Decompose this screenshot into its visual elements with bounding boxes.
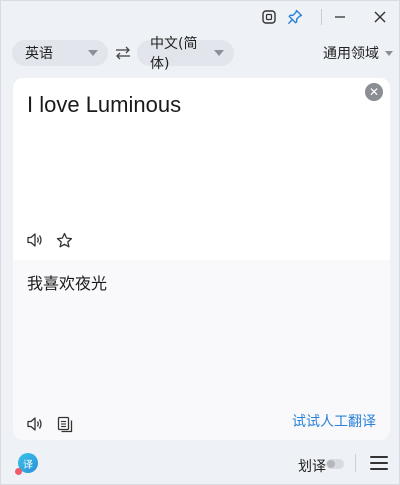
copy-icon[interactable] <box>55 414 75 434</box>
titlebar-divider <box>321 9 322 25</box>
app-logo-glyph: 译 <box>23 459 33 471</box>
word-select-label: 划译 <box>298 459 326 475</box>
domain-label: 通用领域 <box>323 46 379 62</box>
chevron-down-icon <box>214 50 224 56</box>
source-text-input[interactable]: I love Luminous <box>27 92 181 118</box>
target-language-label: 中文(简体) <box>150 36 198 72</box>
source-text-panel[interactable]: I love Luminous ✕ <box>13 78 390 260</box>
pin-icon[interactable] <box>285 7 305 27</box>
swap-icon[interactable] <box>113 43 133 63</box>
word-select-toggle[interactable] <box>326 459 344 469</box>
clear-icon[interactable]: ✕ <box>365 83 383 101</box>
chevron-down-icon <box>385 50 393 56</box>
translation-panel: 我喜欢夜光 试试人工翻译 <box>13 260 390 440</box>
minimize-icon[interactable] <box>330 7 350 27</box>
chevron-down-icon <box>88 50 98 56</box>
translation-output: 我喜欢夜光 <box>27 274 108 293</box>
human-translation-link[interactable]: 试试人工翻译 <box>292 411 376 431</box>
close-icon[interactable] <box>370 7 390 27</box>
speaker-icon[interactable] <box>25 414 45 434</box>
screenshot-translate-icon[interactable] <box>259 7 279 27</box>
translator-window: 英语 中文(简体) 通用领域 I love Luminous ✕ 我喜欢夜光 试… <box>0 0 400 485</box>
source-language-label: 英语 <box>25 46 53 62</box>
domain-select[interactable]: 通用领域 <box>323 43 393 63</box>
toggle-knob <box>327 460 335 468</box>
target-language-select[interactable]: 中文(简体) <box>137 36 234 72</box>
notification-dot <box>15 468 22 475</box>
hamburger-menu-icon[interactable] <box>370 456 388 470</box>
star-icon[interactable] <box>54 230 74 250</box>
speaker-icon[interactable] <box>25 230 45 250</box>
bottom-divider <box>355 454 356 472</box>
source-language-select[interactable]: 英语 <box>12 40 108 66</box>
app-logo-icon[interactable]: 译 <box>15 453 38 475</box>
